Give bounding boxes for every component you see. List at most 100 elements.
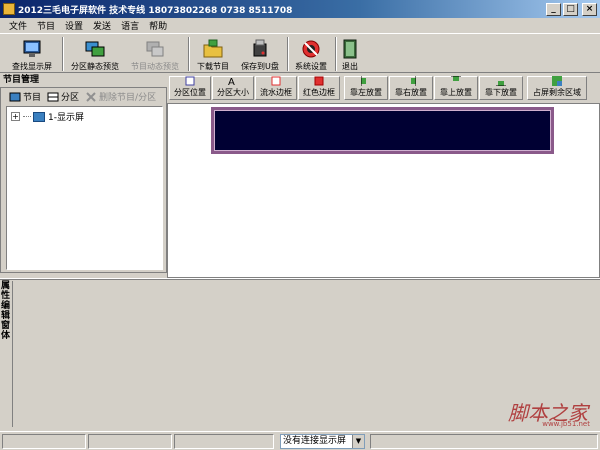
delete-label: 删除节目/分区 [99, 93, 157, 103]
align-top-button[interactable]: 靠上放置 [434, 75, 478, 100]
exit-door-icon [340, 39, 360, 59]
align-top-label: 靠上放置 [440, 88, 472, 97]
preview-icon [85, 39, 105, 59]
program-tools: 节目 分区 删除节目/分区 [1, 88, 166, 105]
align-right-icon [406, 76, 417, 86]
exit-button[interactable]: 退出 [338, 36, 362, 72]
toolbar-separator [335, 37, 337, 71]
align-bottom-icon [496, 76, 506, 87]
download-button[interactable]: 下载节目 [192, 36, 234, 72]
status-cell [88, 434, 172, 449]
menu-language[interactable]: 语言 [116, 19, 144, 32]
area-icon [47, 92, 59, 102]
exit-label: 退出 [342, 62, 358, 71]
connection-status: 没有连接显示屏 [283, 436, 347, 446]
app-icon [3, 3, 15, 15]
settings-gear-icon [301, 39, 321, 59]
tree-connector [23, 116, 31, 117]
program-icon [9, 92, 21, 102]
flow-border-label: 流水边框 [260, 88, 292, 97]
red-border-button[interactable]: 红色边框 [298, 76, 340, 100]
status-cell [370, 434, 598, 449]
property-panel-title: 属 性 编 辑 窗 体 [1, 281, 11, 341]
red-border-icon [314, 76, 324, 86]
usb-drive-icon [250, 39, 270, 59]
align-bottom-button[interactable]: 靠下放置 [479, 76, 523, 100]
play-preview-icon [145, 39, 165, 59]
system-settings-button[interactable]: 系统设置 [290, 36, 332, 72]
find-screen-button[interactable]: 查找显示屏 [6, 36, 58, 72]
screen-canvas[interactable] [167, 103, 600, 278]
area-toolbar: 分区位置 A 分区大小 流水边框 红色边框 靠左放置 靠右放置 靠上放置 靠下放 [167, 74, 600, 102]
area-size-button[interactable]: A 分区大小 [212, 76, 254, 100]
align-left-label: 靠左放置 [350, 88, 382, 97]
fill-rest-button[interactable]: 占屏剩余区域 [527, 76, 587, 100]
dropdown-arrow-icon[interactable]: ▼ [352, 435, 364, 448]
minimize-button[interactable]: _ [546, 2, 561, 16]
add-area-label: 分区 [61, 93, 80, 103]
toolbar-separator [287, 37, 289, 71]
toolbar-separator [62, 37, 64, 71]
menu-help[interactable]: 帮助 [144, 19, 172, 32]
flow-border-button[interactable]: 流水边框 [255, 76, 297, 100]
status-bar: 没有连接显示屏 ▼ [0, 431, 600, 450]
tree-node-label: 1-显示屏 [48, 113, 84, 123]
window-title: 2012三毛电子屏软件 技术专线 18073802268 0738 851170… [18, 5, 293, 16]
delete-icon [85, 91, 97, 102]
flow-border-icon [271, 76, 281, 86]
align-top-icon [451, 75, 461, 86]
add-area-button[interactable]: 分区 [47, 90, 79, 103]
status-cell [2, 434, 86, 449]
menu-bar: 文件 节目 设置 发送 语言 帮助 [0, 18, 600, 33]
system-settings-label: 系统设置 [295, 62, 327, 71]
area-size-label: 分区大小 [217, 88, 249, 97]
monitor-search-icon [22, 39, 42, 59]
menu-send[interactable]: 发送 [88, 19, 116, 32]
static-preview-button[interactable]: 分区静态预览 [66, 36, 124, 72]
find-screen-label: 查找显示屏 [12, 62, 52, 71]
status-cell [174, 434, 274, 449]
align-left-button[interactable]: 靠左放置 [344, 76, 388, 100]
add-program-button[interactable]: 节目 [9, 90, 41, 103]
red-border-label: 红色边框 [303, 88, 335, 97]
menu-file[interactable]: 文件 [4, 19, 32, 32]
watermark-url: www.jb51.net [542, 420, 590, 428]
close-button[interactable]: × [582, 2, 597, 16]
svg-text:A: A [228, 77, 235, 86]
align-bottom-label: 靠下放置 [485, 88, 517, 97]
toolbar-separator [188, 37, 190, 71]
folder-download-icon [203, 39, 223, 59]
maximize-button[interactable]: □ [563, 2, 578, 16]
fill-rest-icon [552, 76, 562, 86]
area-position-button[interactable]: 分区位置 [169, 76, 211, 100]
led-screen-preview[interactable] [211, 107, 554, 154]
download-label: 下载节目 [197, 62, 229, 71]
add-program-label: 节目 [23, 93, 42, 103]
menu-program[interactable]: 节目 [32, 19, 60, 32]
screen-icon [33, 111, 45, 122]
align-left-icon [360, 76, 371, 86]
connection-select[interactable]: 没有连接显示屏 ▼ [280, 434, 365, 449]
pane-splitter[interactable] [0, 278, 600, 280]
expand-icon[interactable]: + [11, 112, 20, 121]
program-panel-title: 节目管理 [3, 75, 40, 85]
fill-rest-label: 占屏剩余区域 [533, 88, 581, 97]
save-usb-label: 保存到U盘 [241, 62, 279, 71]
position-icon [185, 76, 195, 86]
dynamic-preview-button[interactable]: 节目动态预览 [126, 36, 184, 72]
program-tree[interactable]: + 1-显示屏 [6, 106, 163, 270]
editor-pane: 分区位置 A 分区大小 流水边框 红色边框 靠左放置 靠右放置 靠上放置 靠下放 [167, 74, 600, 278]
menu-settings[interactable]: 设置 [60, 19, 88, 32]
delete-button[interactable]: 删除节目/分区 [85, 90, 156, 103]
dynamic-preview-label: 节目动态预览 [131, 62, 179, 71]
tree-node-screen[interactable]: + 1-显示屏 [11, 110, 84, 123]
static-preview-label: 分区静态预览 [71, 62, 119, 71]
area-position-label: 分区位置 [174, 88, 206, 97]
program-panel: 节目 分区 删除节目/分区 + 1-显示屏 [0, 87, 167, 273]
align-right-label: 靠右放置 [395, 88, 427, 97]
main-toolbar: 查找显示屏 分区静态预览 节目动态预览 下载节目 保存到U盘 系统设置 退出 [0, 33, 600, 73]
align-right-button[interactable]: 靠右放置 [389, 76, 433, 100]
title-bar: 2012三毛电子屏软件 技术专线 18073802268 0738 851170… [0, 0, 600, 18]
save-usb-button[interactable]: 保存到U盘 [236, 36, 284, 72]
size-icon: A [228, 76, 238, 88]
